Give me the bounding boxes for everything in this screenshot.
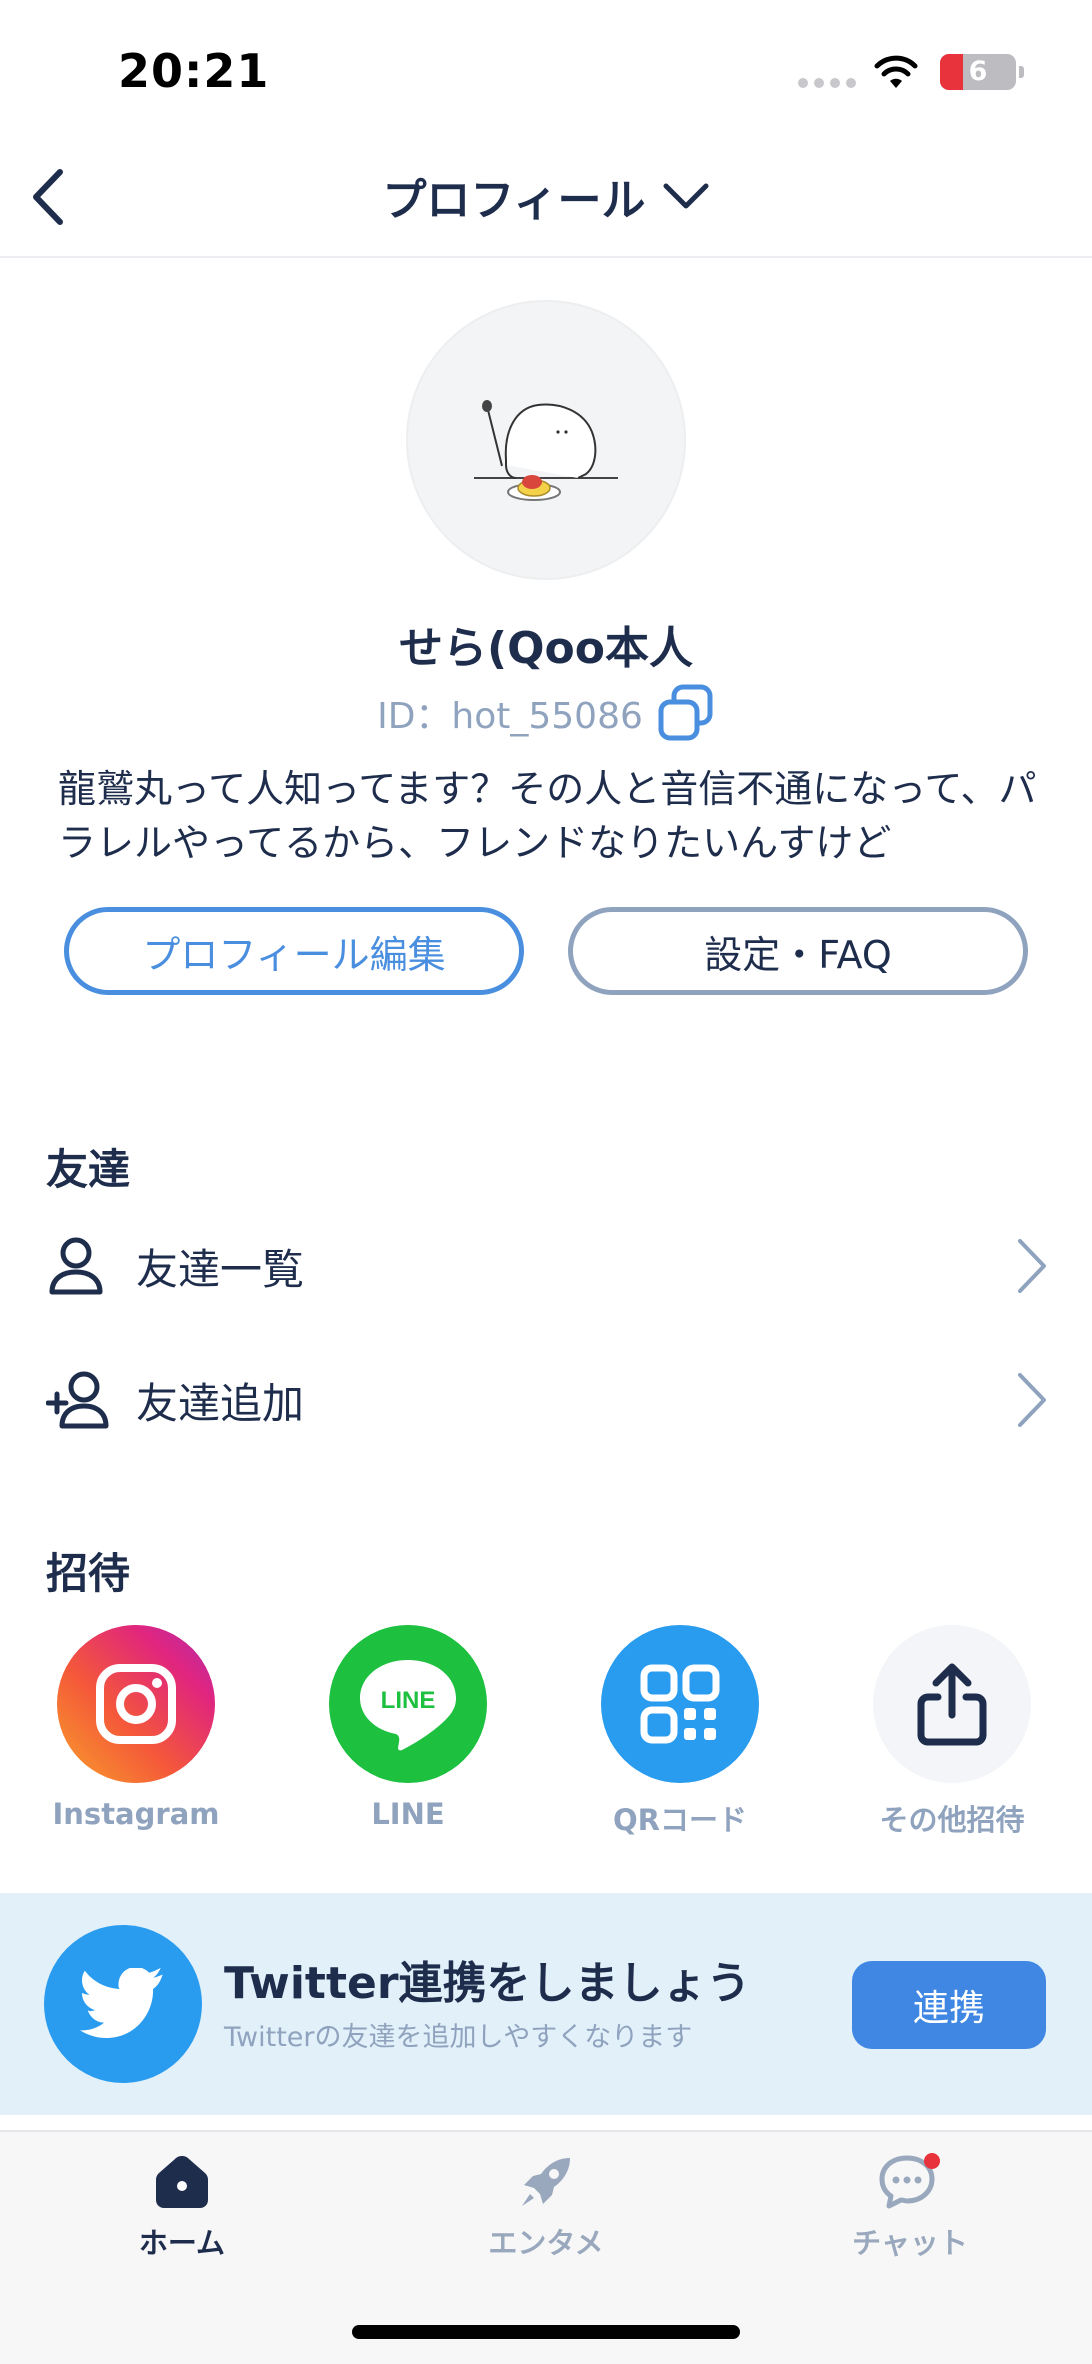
settings-faq-button[interactable]: 設定・FAQ — [568, 907, 1028, 995]
invite-label: LINE — [371, 1797, 445, 1831]
notification-badge — [924, 2153, 940, 2169]
person-add-icon — [46, 1371, 109, 1429]
invite-instagram[interactable]: Instagram — [46, 1625, 226, 1831]
twitter-icon — [44, 1925, 202, 2083]
invite-qr-code[interactable]: QRコード — [590, 1625, 770, 1839]
add-friend-label: 友達追加 — [136, 1378, 305, 1428]
user-name: せら(Qoo本人 — [399, 623, 693, 674]
chat-icon — [879, 2153, 940, 2209]
tab-label: エンタメ — [488, 2226, 604, 2260]
invite-section-title: 招待 — [46, 1549, 131, 1598]
status-bar: 20:21 6 — [0, 0, 1092, 140]
chevron-down-icon — [663, 183, 709, 209]
line-icon: LINE — [329, 1625, 487, 1783]
copy-icon[interactable] — [657, 684, 715, 742]
instagram-icon — [57, 1625, 215, 1783]
profile-switcher[interactable]: プロフィール — [0, 164, 1092, 228]
battery-icon: 6 — [940, 54, 1016, 90]
twitter-banner-title: Twitter連携をしましょう — [224, 1958, 751, 2009]
battery-cap — [1019, 66, 1024, 78]
share-icon — [873, 1625, 1031, 1783]
friends-section-title: 友達 — [46, 1145, 131, 1194]
cellular-signal-icon — [798, 78, 856, 88]
user-id: ID：hot_55086 — [377, 696, 643, 737]
edit-profile-button[interactable]: プロフィール編集 — [64, 907, 524, 995]
user-id-row: ID：hot_55086 — [0, 684, 1092, 742]
invite-label: その他招待 — [879, 1803, 1025, 1837]
status-time: 20:21 — [118, 44, 270, 98]
battery-level: 6 — [968, 56, 988, 87]
home-indicator — [352, 2325, 740, 2339]
twitter-banner-subtitle: Twitterの友達を追加しやすくなります — [224, 2022, 693, 2053]
twitter-link-banner: Twitter連携をしましょう Twitterの友達を追加しやすくなります 連携 — [0, 1893, 1092, 2115]
chevron-right-icon — [1018, 1373, 1046, 1427]
avatar[interactable] — [406, 300, 686, 580]
invite-line[interactable]: LINE LINE — [318, 1625, 498, 1831]
nav-header: プロフィール — [0, 140, 1092, 258]
profile-actions: プロフィール編集 設定・FAQ — [64, 907, 1028, 995]
rocket-icon — [522, 2158, 570, 2206]
twitter-connect-button[interactable]: 連携 — [852, 1961, 1046, 2049]
add-friend-item[interactable]: 友達追加 — [0, 1345, 1092, 1455]
invite-options: Instagram LINE LINE QRコード その他招待 — [0, 1625, 1092, 1845]
wifi-icon — [874, 55, 918, 88]
line-logo-text: LINE — [381, 1687, 436, 1714]
friend-list-label: 友達一覧 — [136, 1244, 305, 1294]
tab-label: チャット — [852, 2226, 968, 2260]
invite-label: QRコード — [613, 1803, 747, 1837]
invite-other[interactable]: その他招待 — [862, 1625, 1042, 1839]
chevron-right-icon — [1018, 1239, 1046, 1293]
invite-label: Instagram — [52, 1797, 220, 1831]
tab-entertainment[interactable]: エンタメ — [426, 2152, 666, 2262]
home-icon — [156, 2156, 208, 2208]
tab-home[interactable]: ホーム — [62, 2152, 302, 2262]
avatar-illustration — [474, 400, 618, 501]
user-bio: 龍鷲丸って人知ってます？その人と音信不通になって、パラレルやってるから、フレンド… — [58, 767, 1037, 865]
qr-code-icon — [601, 1625, 759, 1783]
person-icon — [49, 1237, 103, 1295]
friend-list-item[interactable]: 友達一覧 — [0, 1211, 1092, 1321]
tab-label: ホーム — [138, 2226, 226, 2260]
tab-chat[interactable]: チャット — [790, 2152, 1030, 2262]
page-title: プロフィール — [382, 175, 646, 226]
